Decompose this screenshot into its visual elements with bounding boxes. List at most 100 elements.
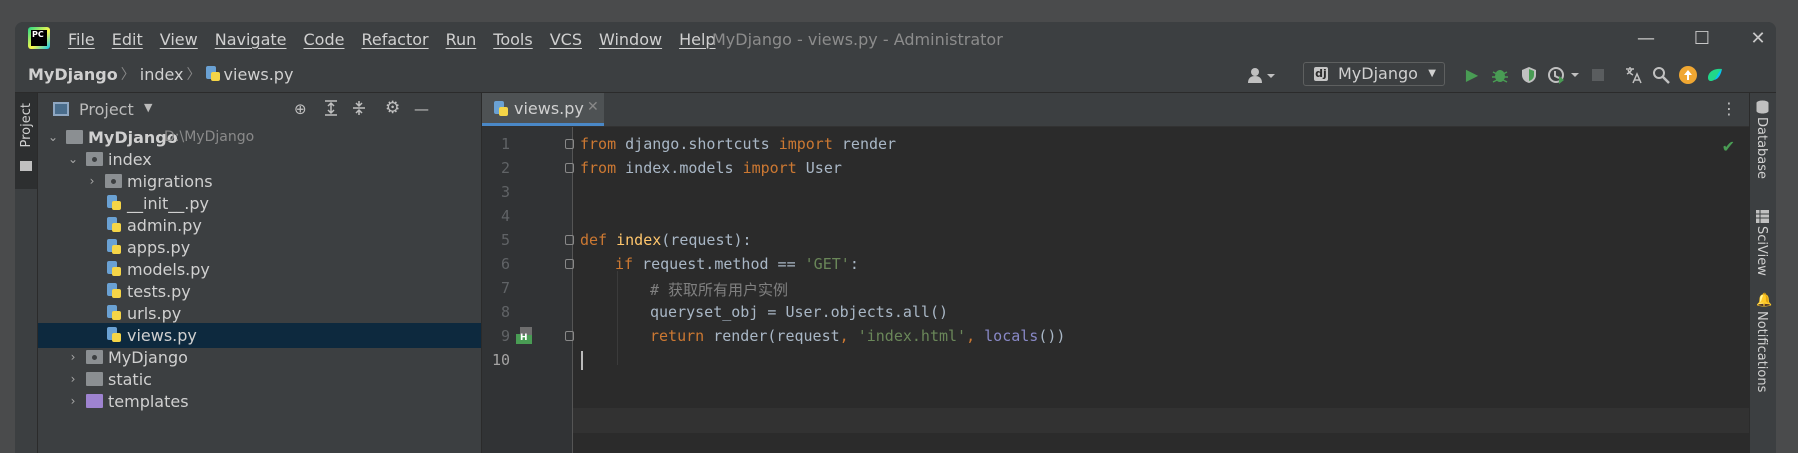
sciview-icon [1756, 208, 1769, 223]
python-file-icon [107, 217, 121, 233]
chevron-down-icon[interactable]: ▼ [144, 101, 152, 114]
keyword: def [580, 231, 608, 249]
menu-edit[interactable]: Edit [112, 30, 143, 49]
fold-marker-icon[interactable] [565, 163, 574, 173]
builtin-name: locals [984, 327, 1039, 345]
keyword: return [650, 327, 705, 345]
code-line-5[interactable]: def index(request): [580, 231, 752, 249]
debug-icon[interactable] [1491, 66, 1509, 84]
python-file-icon [107, 239, 121, 255]
hide-panel-icon[interactable]: — [414, 100, 429, 118]
import-name: render [832, 135, 897, 153]
breadcrumb-file[interactable]: views.py [224, 65, 294, 84]
breadcrumb-project[interactable]: MyDjango [28, 65, 118, 84]
logo-icon[interactable] [1706, 66, 1724, 84]
user-icon[interactable] [1247, 66, 1277, 84]
python-file-icon [107, 283, 121, 299]
code-line-6[interactable]: if request.method == 'GET': [615, 255, 859, 273]
stop-icon[interactable] [1589, 66, 1607, 84]
menu-vcs[interactable]: VCS [550, 30, 582, 49]
more-options-icon[interactable]: ⋮ [1721, 99, 1737, 118]
text-caret [581, 351, 583, 370]
collapse-all-icon[interactable] [351, 100, 367, 120]
function-name: index [616, 231, 662, 249]
run-configuration-label: MyDjango [1338, 64, 1418, 83]
expand-all-icon[interactable] [323, 100, 339, 120]
breadcrumb-separator: 〉 [120, 67, 135, 83]
string-literal: 'index.html' [857, 327, 967, 345]
fold-marker-icon[interactable] [565, 235, 574, 245]
python-file-icon [107, 327, 121, 343]
code-line-8[interactable]: queryset_obj = User.objects.all() [650, 303, 948, 321]
code-line-9[interactable]: return render(request, 'index.html', loc… [650, 327, 1065, 345]
code-line-7[interactable]: # 获取所有用户实例 [650, 279, 788, 300]
close-tab-icon[interactable]: ✕ [587, 99, 599, 115]
menu-refactor[interactable]: Refactor [361, 30, 428, 49]
run-configuration-select[interactable]: dj MyDjango ▼ [1303, 62, 1445, 86]
code-line-1[interactable]: from django.shortcuts import render [580, 135, 896, 153]
minimize-button[interactable]: — [1618, 26, 1674, 52]
module-name: django.shortcuts [616, 135, 779, 153]
django-icon: dj [1314, 67, 1328, 81]
keyword: import [778, 135, 833, 153]
left-tool-stripe: Project [15, 93, 38, 453]
project-view-title[interactable]: Project [79, 100, 134, 119]
update-icon[interactable] [1679, 66, 1697, 84]
indent-guide [617, 271, 618, 365]
close-button[interactable]: ✕ [1730, 26, 1776, 52]
title-bar: PC File Edit View Navigate Code Refactor… [15, 22, 1776, 56]
window-title: MyDjango - views.py - Administrator [712, 30, 1003, 49]
profile-icon[interactable] [1547, 66, 1583, 84]
fold-marker-icon[interactable] [565, 259, 574, 269]
menu-tools[interactable]: Tools [493, 30, 532, 49]
menu-help[interactable]: Help [679, 30, 715, 49]
line-number: 9 [500, 327, 510, 345]
keyword: if [615, 255, 634, 273]
notifications-tool-button[interactable]: Notifications [1754, 311, 1769, 392]
breadcrumb: MyDjango 〉 index 〉 views.py [28, 64, 293, 84]
line-number: 2 [500, 159, 510, 177]
folder-icon [66, 130, 83, 144]
template-link-icon[interactable]: H [515, 326, 533, 344]
database-tool-button[interactable]: Database [1754, 117, 1769, 179]
code-text: : [849, 255, 859, 273]
folder-icon [86, 372, 103, 386]
tree-item-templates[interactable]: › templates [38, 389, 481, 414]
line-number: 5 [500, 231, 510, 249]
keyword: import [742, 159, 797, 177]
run-icon[interactable]: ▶ [1463, 66, 1481, 84]
locate-file-icon[interactable]: ⊕ [294, 100, 307, 118]
menu-window[interactable]: Window [599, 30, 662, 49]
menu-view[interactable]: View [160, 30, 198, 49]
line-number: 10 [491, 351, 510, 369]
project-panel-header: Project ▼ ⊕ ⚙ — [38, 93, 481, 125]
tab-views-py[interactable]: views.py ✕ [482, 93, 604, 126]
project-tool-button[interactable]: Project [15, 93, 37, 189]
chevron-right-icon[interactable]: › [67, 389, 79, 414]
menu-run[interactable]: Run [446, 30, 477, 49]
sciview-tool-button[interactable]: SciView [1754, 226, 1769, 276]
code-text: request.method == [633, 255, 805, 273]
menu-code[interactable]: Code [304, 30, 345, 49]
breadcrumb-separator: 〉 [186, 67, 201, 83]
editor-gutter: 1 2 3 4 5 6 7 8 9 10 H [482, 127, 574, 453]
code-line-2[interactable]: from index.models import User [580, 159, 842, 177]
right-tool-stripe: Database SciView 🔔 Notifications [1749, 93, 1776, 453]
breadcrumb-folder[interactable]: index [140, 65, 184, 84]
logo-text: PC [31, 30, 47, 46]
coverage-icon[interactable] [1520, 66, 1538, 84]
maximize-button[interactable]: ☐ [1674, 26, 1730, 52]
translate-icon[interactable] [1624, 66, 1642, 84]
fold-marker-icon[interactable] [565, 139, 574, 149]
python-file-icon [107, 195, 121, 211]
line-number: 8 [500, 303, 510, 321]
import-name: User [796, 159, 842, 177]
gear-icon[interactable]: ⚙ [385, 98, 400, 118]
string-literal: 'GET' [804, 255, 850, 273]
no-problems-check-icon[interactable]: ✔ [1722, 137, 1735, 156]
search-icon[interactable] [1652, 66, 1670, 84]
python-file-icon [494, 101, 508, 117]
menu-navigate[interactable]: Navigate [215, 30, 287, 49]
fold-marker-icon[interactable] [565, 331, 574, 341]
menu-file[interactable]: File [68, 30, 95, 49]
